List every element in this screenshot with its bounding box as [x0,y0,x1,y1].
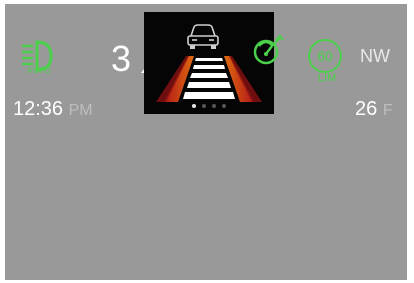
clock-ampm: PM [68,102,93,119]
temperature-value: 26 [355,98,378,120]
page-dot [212,104,216,108]
headlight-mode-label: AUTO [26,66,52,75]
temperature-unit: F [382,102,393,119]
gear-indicator: 3 [111,38,132,79]
speed-limit-sign: 60 [308,39,342,73]
speed-limit-value: 60 [317,48,333,64]
page-indicator [144,104,274,112]
outside-temperature: 26 F [355,98,393,121]
page-dot [222,104,226,108]
page-dot [202,104,206,108]
clock-time: 12:36 [13,98,64,120]
speed-limit-label: LIM [317,72,337,84]
car-icon [187,24,219,49]
driver-assist-icon [253,34,284,65]
compass-heading: NW [360,46,390,66]
instrument-cluster-display: AUTO 3 60 LIM NW 12:36 PM 26 F [5,4,407,280]
page-dot [192,104,196,108]
clock: 12:36 PM [13,98,93,121]
